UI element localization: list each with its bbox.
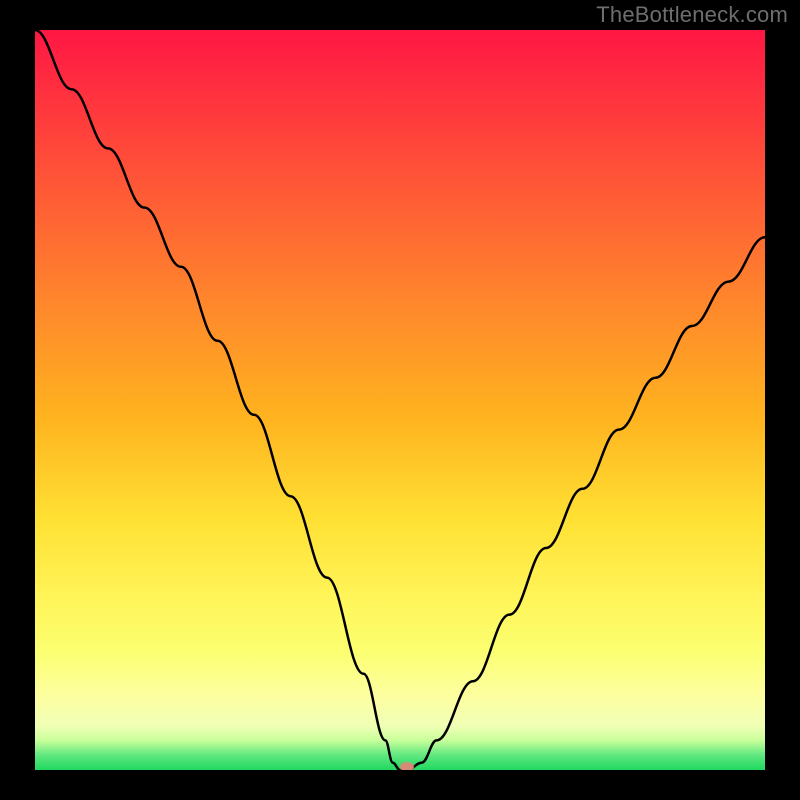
chart-frame: TheBottleneck.com — [0, 0, 800, 800]
plot-area — [35, 30, 765, 770]
curve-path — [35, 30, 765, 770]
bottleneck-curve — [35, 30, 765, 770]
optimal-marker — [400, 762, 414, 770]
watermark-text: TheBottleneck.com — [596, 2, 788, 28]
